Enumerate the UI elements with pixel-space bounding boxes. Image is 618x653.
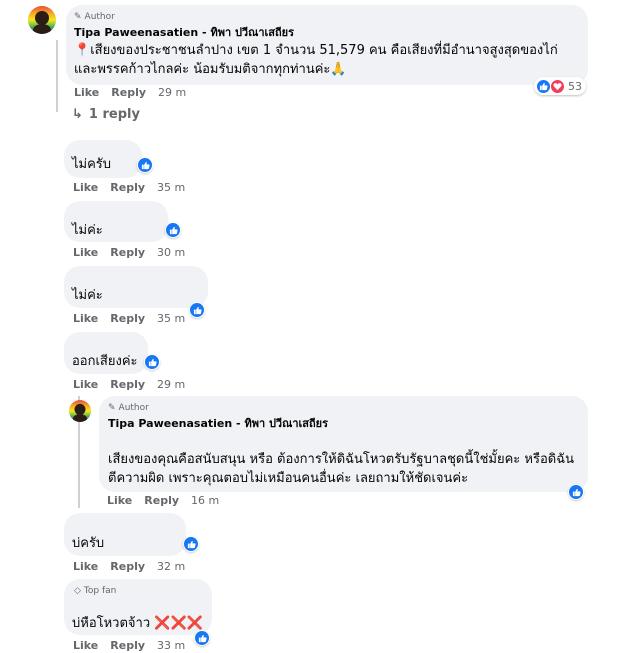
comment-text: ไม่ค่ะ (72, 288, 103, 303)
like-icon[interactable] (137, 157, 153, 173)
pencil-icon: ✎ (74, 12, 82, 22)
comment-text: ไม่ครับ (72, 157, 112, 172)
reply-button[interactable]: Reply (144, 494, 179, 508)
comment-actions: Like Reply 30 m (73, 246, 185, 260)
comment-time[interactable]: 35 m (157, 312, 185, 326)
comment-actions: Like Reply 29 m (74, 86, 186, 100)
top-fan-badge: ◇ Top fan (74, 586, 117, 596)
like-button[interactable]: Like (74, 86, 99, 100)
heart-icon (550, 78, 565, 94)
reply-button[interactable]: Reply (110, 246, 145, 260)
like-icon[interactable] (183, 536, 199, 552)
comment-author[interactable]: Tipa Paweenasatien - ทิพา ปวีณาเสถียร (74, 25, 294, 40)
like-button[interactable]: Like (73, 378, 98, 392)
pencil-icon: ✎ (108, 403, 116, 413)
comment-time[interactable]: 35 m (157, 181, 185, 195)
reply-button[interactable]: Reply (110, 378, 145, 392)
comment-text: 📍เสียงของประชาชนลำปาง เขต 1 จำนวน 51,579… (74, 43, 558, 77)
like-icon[interactable] (189, 302, 205, 318)
reply-arrow-icon: ↳ (72, 107, 83, 122)
like-button[interactable]: Like (73, 560, 98, 574)
like-icon[interactable] (568, 484, 584, 500)
like-button[interactable]: Like (107, 494, 132, 508)
comment-time[interactable]: 16 m (191, 494, 219, 508)
reply-button[interactable]: Reply (110, 312, 145, 326)
comment-actions: Like Reply 33 m (73, 639, 185, 653)
comment-actions: Like Reply 35 m (73, 312, 185, 326)
reaction-count: 53 (568, 79, 582, 93)
thread-line (56, 40, 58, 112)
avatar[interactable] (69, 400, 91, 422)
comment-actions: Like Reply 29 m (73, 378, 185, 392)
comment-text: บ่หือโหวตจ้าว ❌❌❌ (72, 616, 203, 631)
like-icon (536, 78, 551, 94)
reply-button[interactable]: Reply (110, 560, 145, 574)
author-badge: ✎ Author (74, 12, 115, 22)
reply-button[interactable]: Reply (110, 639, 145, 653)
author-badge: ✎ Author (108, 403, 149, 413)
reply-button[interactable]: Reply (111, 86, 146, 100)
like-icon[interactable] (144, 354, 160, 370)
like-button[interactable]: Like (73, 246, 98, 260)
comment-time[interactable]: 30 m (157, 246, 185, 260)
reaction-summary[interactable]: 53 (534, 77, 586, 95)
like-button[interactable]: Like (73, 639, 98, 653)
avatar[interactable] (28, 6, 56, 34)
comment-text: ไม่ค่ะ (72, 223, 103, 238)
comment-actions: Like Reply 35 m (73, 181, 185, 195)
view-replies-link[interactable]: ↳ 1 reply (72, 107, 140, 122)
pin-icon: 📍 (74, 43, 91, 58)
comment-time[interactable]: 32 m (157, 560, 185, 574)
comment-text: ออกเสียงค่ะ (72, 354, 138, 369)
like-icon[interactable] (194, 630, 210, 646)
comment-time[interactable]: 29 m (157, 378, 185, 392)
like-icon[interactable] (165, 222, 181, 238)
comment-text: เสียงของคุณคือสนับสนุน หรือ ต้องการให้ดิ… (108, 452, 574, 486)
like-button[interactable]: Like (73, 312, 98, 326)
comment-text: บ่ครับ (72, 536, 105, 551)
comment-author[interactable]: Tipa Paweenasatien - ทิพา ปวีณาเสถียร (108, 416, 328, 431)
comment-time[interactable]: 29 m (158, 86, 186, 100)
comment-actions: Like Reply 32 m (73, 560, 185, 574)
comment-actions: Like Reply 16 m (107, 494, 219, 508)
like-button[interactable]: Like (73, 181, 98, 195)
reply-button[interactable]: Reply (110, 181, 145, 195)
diamond-icon: ◇ (74, 586, 81, 596)
comment-time[interactable]: 33 m (157, 639, 185, 653)
